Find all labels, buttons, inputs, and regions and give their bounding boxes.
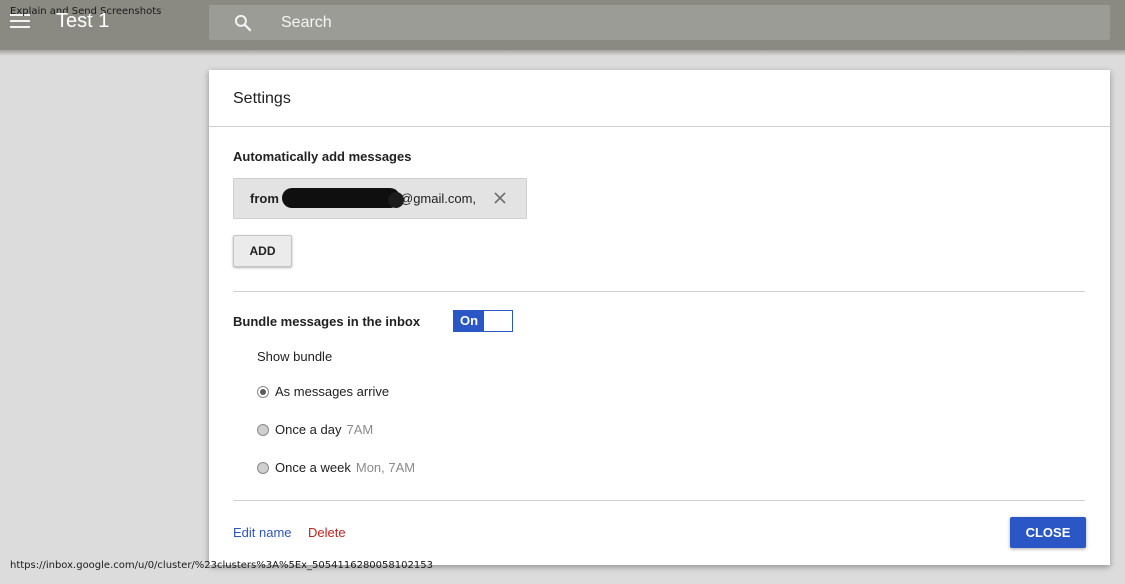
settings-dialog: Settings Automatically add messages from… <box>209 70 1110 565</box>
close-button[interactable]: CLOSE <box>1010 517 1086 548</box>
divider <box>233 291 1085 292</box>
redacted-email <box>282 188 404 208</box>
option-time: 7AM <box>346 422 374 437</box>
auto-add-label: Automatically add messages <box>233 149 412 164</box>
rule-chip-prefix: from <box>250 191 279 206</box>
close-icon[interactable] <box>494 192 506 204</box>
option-label: Once a day <box>275 422 342 437</box>
edit-name-link[interactable]: Edit name <box>233 525 292 540</box>
bundle-toggle[interactable]: On <box>453 310 513 332</box>
show-bundle-label: Show bundle <box>257 349 333 364</box>
dialog-title: Settings <box>233 90 291 107</box>
top-bar-shadow <box>0 50 1125 56</box>
radio-button[interactable] <box>257 462 269 474</box>
radio-button[interactable] <box>257 386 269 398</box>
divider <box>233 500 1085 501</box>
app-top-bar: Explain and Send Screenshots Test 1 <box>0 0 1125 50</box>
option-label: As messages arrive <box>275 384 390 399</box>
toggle-on-label: On <box>454 311 484 331</box>
bundle-label: Bundle messages in the inbox <box>233 314 421 329</box>
search-input[interactable] <box>281 5 1041 40</box>
rule-chip: from @gmail.com, <box>233 178 527 219</box>
search-icon[interactable] <box>233 13 253 33</box>
radio-button[interactable] <box>257 424 269 436</box>
option-label: Once a week <box>275 460 351 475</box>
status-bar-url: https://inbox.google.com/u/0/cluster/%23… <box>10 560 433 571</box>
dialog-header: Settings <box>209 70 1110 127</box>
search-bar[interactable] <box>209 5 1110 40</box>
option-time: Mon, 7AM <box>355 460 416 475</box>
page-title: Test 1 <box>56 10 110 32</box>
rule-chip-email: @gmail.com, <box>400 191 477 206</box>
delete-link[interactable]: Delete <box>308 525 346 540</box>
add-button[interactable]: ADD <box>233 235 292 267</box>
